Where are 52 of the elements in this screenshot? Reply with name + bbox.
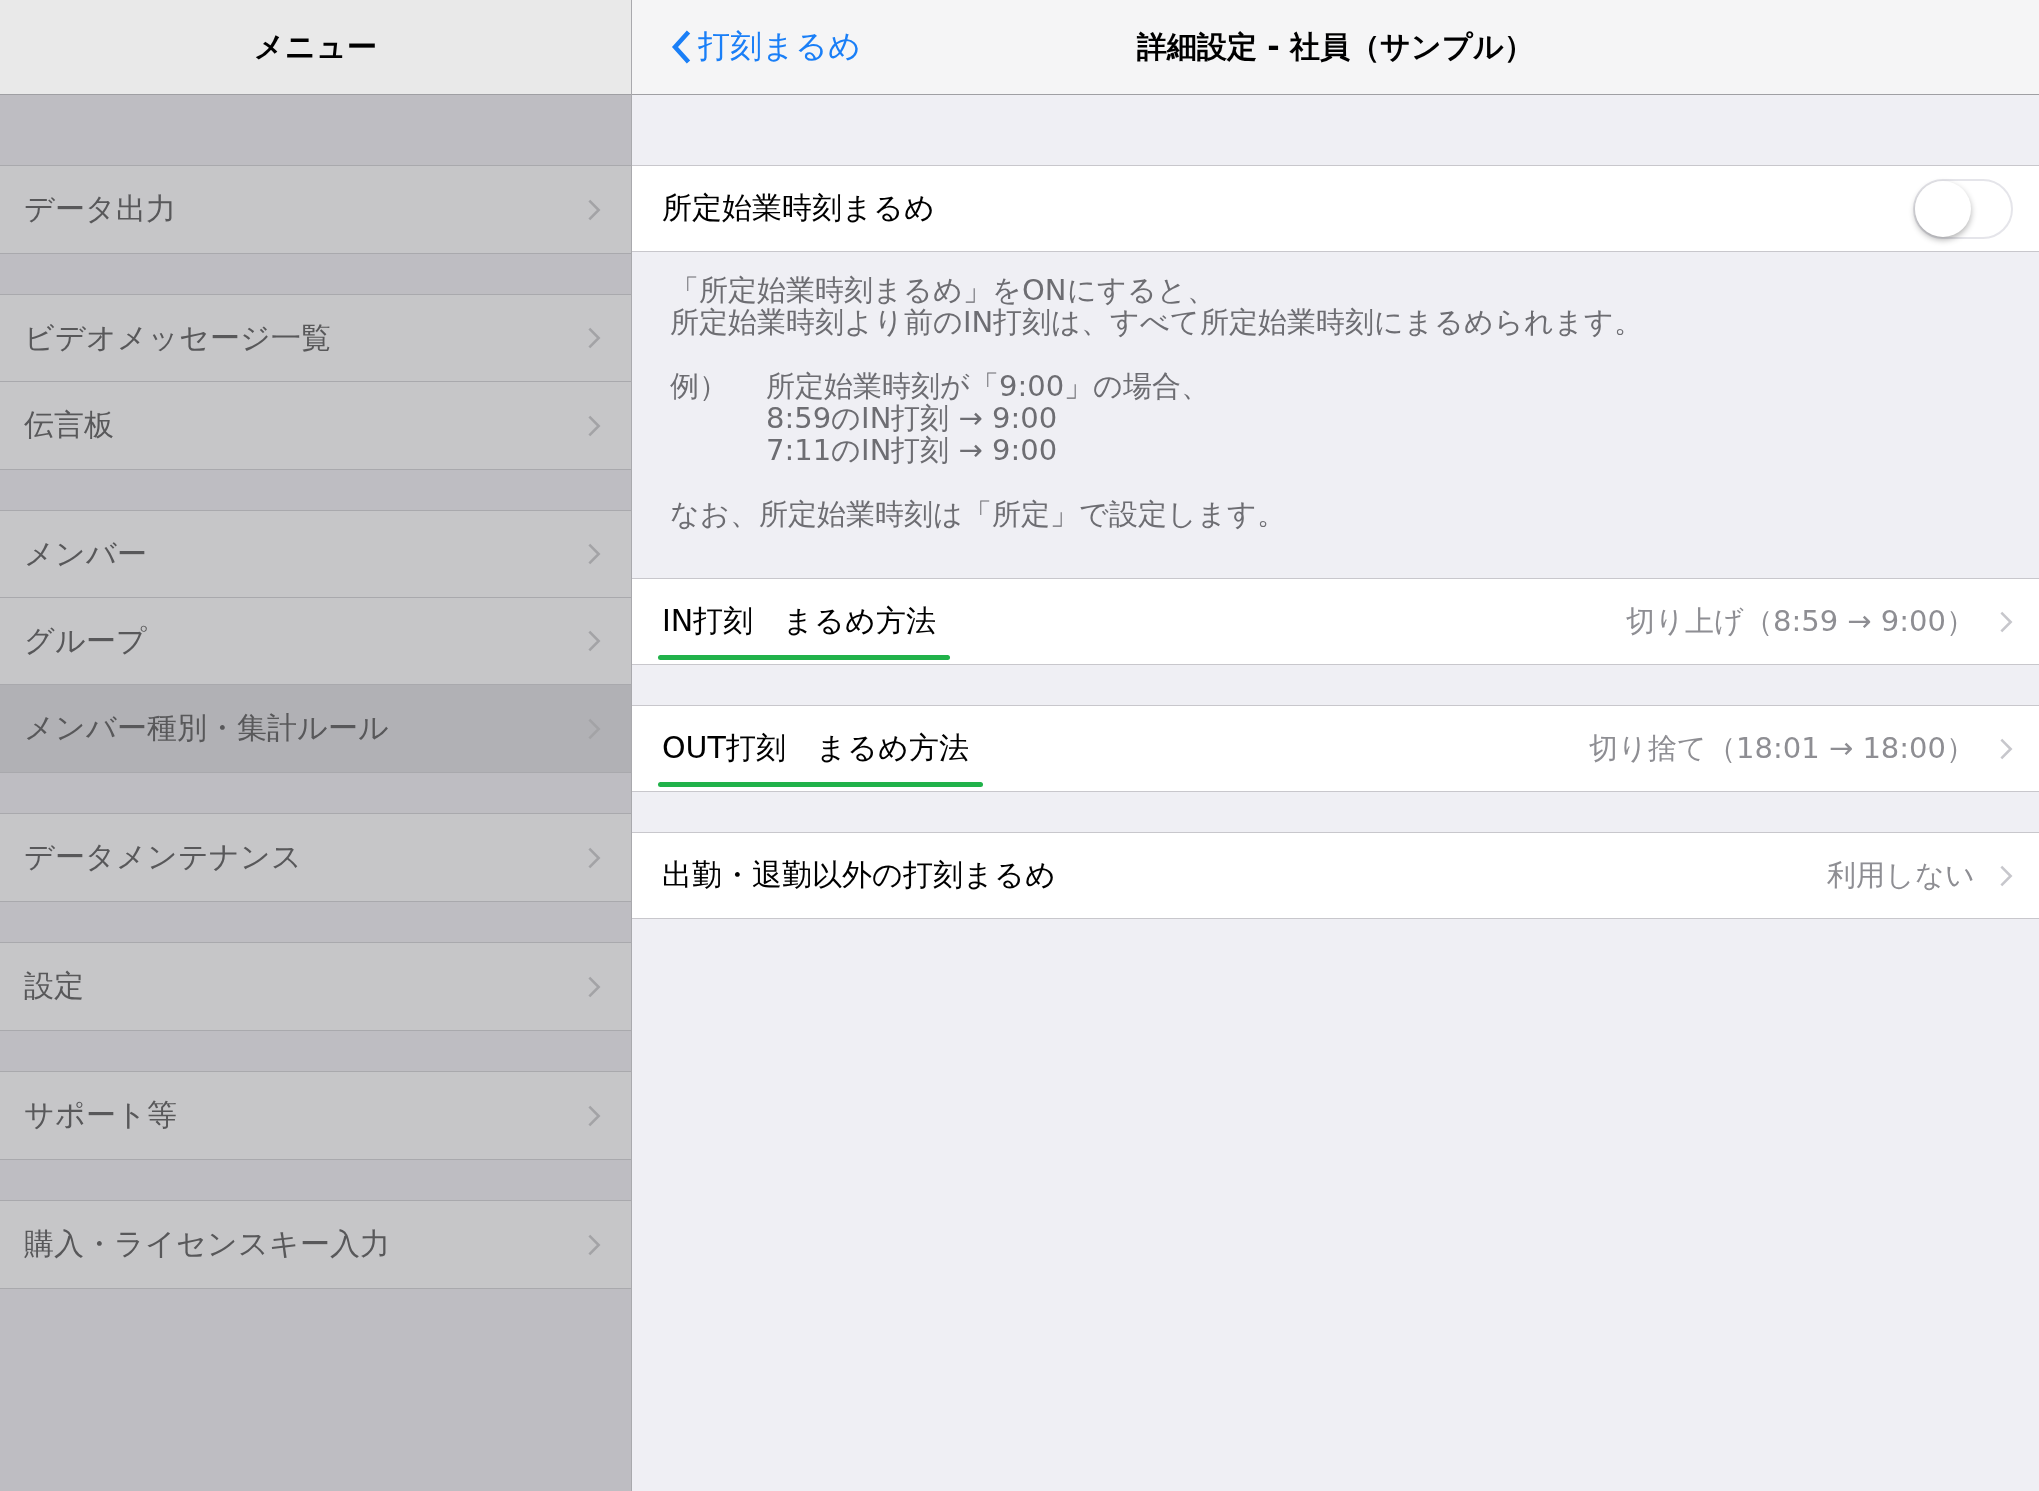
setting-label: IN打刻 まるめ方法 [662,603,937,638]
menu-item[interactable]: データメンテナンス [0,814,631,901]
setting-label: OUT打刻 まるめ方法 [662,730,969,765]
chevron-icon [587,1232,601,1257]
menu-item[interactable]: データ出力 [0,166,631,253]
chevron-icon [587,197,601,222]
chevron-icon [587,974,601,999]
menu-item[interactable]: ビデオメッセージ一覧 [0,295,631,382]
chevron-icon [1999,736,2013,761]
example-label: 例） [670,370,729,405]
page-title: 詳細設定 - 社員（サンプル） [1136,27,1535,66]
menu-item[interactable]: サポート等 [0,1072,631,1159]
chevron-icon [587,542,601,566]
menu-item-label: 購入・ライセンスキー入力 [24,1225,391,1263]
description-text: 所定始業時刻より前のIN打刻は、すべて所定始業時刻にまるめられます。 [670,306,1645,338]
setting-label: 所定始業時刻まるめ [662,189,935,227]
menu-item[interactable]: メンバー [0,511,631,598]
chevron-icon [587,845,601,870]
menu-item[interactable]: 設定 [0,943,631,1030]
setting-value: 利用しない [1827,856,1975,894]
menu-item-label: 設定 [24,967,85,1005]
example-text: 7:11のIN打刻 → 9:00 [766,434,1059,466]
setting-row[interactable]: OUT打刻 まるめ方法 切り捨て（18:01 → 18:00） [632,705,2039,792]
description-text: 「所定始業時刻まるめ」をONにすると、 [670,274,1217,306]
menu-item-label: メンバー種別・集計ルール [24,709,390,747]
menu-item[interactable]: 伝言板 [0,382,631,469]
menu-item[interactable]: 購入・ライセンスキー入力 [0,1201,631,1288]
menu-item-label: サポート等 [24,1096,178,1134]
example-text: 8:59のIN打刻 → 9:00 [766,402,1059,434]
menu-title: メニュー [254,27,377,66]
menu-item-label: データメンテナンス [24,838,303,876]
menu-item-label: メンバー [24,534,148,573]
chevron-icon [1999,863,2013,888]
menu-item-label: グループ [24,621,148,660]
setting-value: 切り捨て（18:01 → 18:00） [1589,729,1975,767]
back-chevron-icon [670,29,692,65]
chevron-icon [587,1103,601,1128]
chevron-icon [587,413,601,438]
menu-item-label: 伝言板 [24,406,115,444]
setting-row[interactable]: 出勤・退勤以外の打刻まるめ 利用しない [632,832,2039,919]
setting-row[interactable]: IN打刻 まるめ方法 切り上げ（8:59 → 9:00） [632,578,2039,665]
menu-item[interactable]: メンバー種別・集計ルール [0,685,631,772]
chevron-icon [1999,609,2013,634]
chevron-icon [587,326,601,350]
chevron-icon [587,629,601,653]
menu-item-label: ビデオメッセージ一覧 [24,318,332,357]
menu-item-label: データ出力 [24,190,177,228]
example-text: 所定始業時刻が「9:00」の場合、 [766,370,1211,402]
setting-label: 出勤・退勤以外の打刻まるめ [662,857,1056,892]
setting-value: 切り上げ（8:59 → 9:00） [1626,602,1975,640]
note-text: なお、所定始業時刻は「所定」で設定します。 [670,498,1287,530]
toggle-switch[interactable] [1913,178,2013,239]
